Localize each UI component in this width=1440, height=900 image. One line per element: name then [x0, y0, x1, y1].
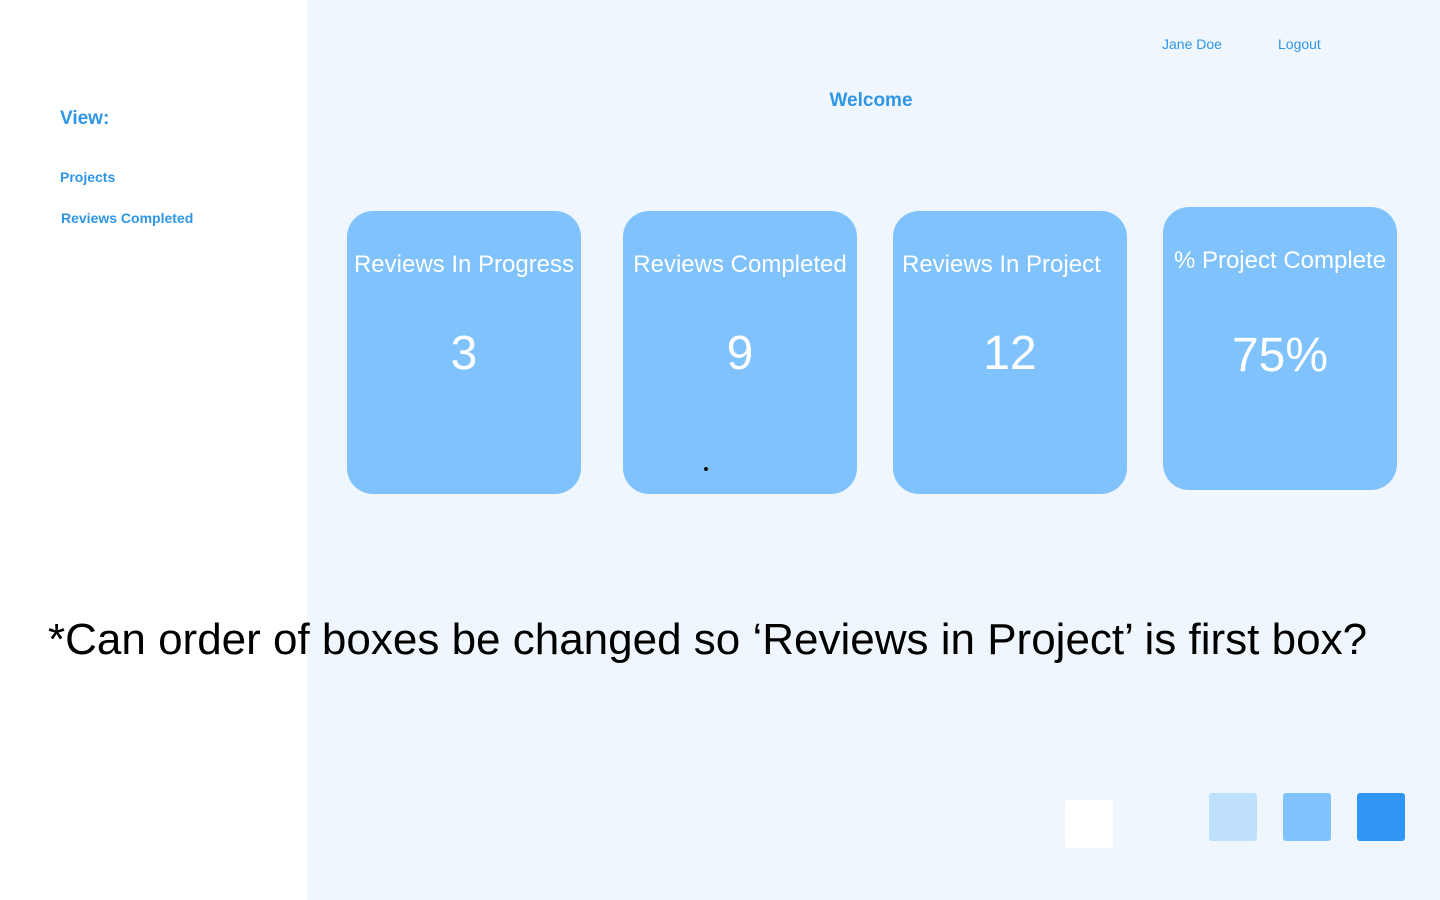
- color-swatch-blue: [1357, 793, 1405, 841]
- stat-card-value: 75%: [1231, 329, 1329, 382]
- user-name-link[interactable]: Jane Doe: [1162, 36, 1222, 52]
- annotation-note: *Can order of boxes be changed so ‘Revie…: [48, 615, 1368, 664]
- logout-link[interactable]: Logout: [1278, 36, 1321, 52]
- color-swatch-white: [1065, 800, 1113, 848]
- stat-card-value: 9: [726, 327, 754, 380]
- sidebar-item-projects[interactable]: Projects: [60, 169, 115, 185]
- page: View: Projects Reviews Completed Jane Do…: [0, 0, 1440, 900]
- color-swatch-medium-blue: [1283, 793, 1331, 841]
- stat-card-project-complete: % Project Complete 75%: [1163, 207, 1397, 490]
- stat-card-title: Reviews Completed: [633, 251, 847, 278]
- stat-card-reviews-in-project: Reviews In Project 12: [893, 211, 1127, 494]
- stat-card-title: Reviews In Progress: [353, 251, 575, 278]
- stat-card-value: 12: [983, 327, 1037, 380]
- stat-card-title: % Project Complete: [1173, 247, 1387, 274]
- stray-dot: [704, 467, 708, 471]
- sidebar-heading: View:: [60, 108, 110, 129]
- stat-card-reviews-completed: Reviews Completed 9: [623, 211, 857, 494]
- stat-card-title: Reviews In Project: [902, 251, 1101, 278]
- stat-card-reviews-in-progress: Reviews In Progress 3: [347, 211, 581, 494]
- page-title: Welcome: [829, 90, 913, 111]
- stat-card-value: 3: [450, 327, 478, 380]
- sidebar-item-reviews-completed[interactable]: Reviews Completed: [61, 210, 193, 226]
- sidebar: View: Projects Reviews Completed: [0, 0, 307, 900]
- color-swatch-light-blue: [1209, 793, 1257, 841]
